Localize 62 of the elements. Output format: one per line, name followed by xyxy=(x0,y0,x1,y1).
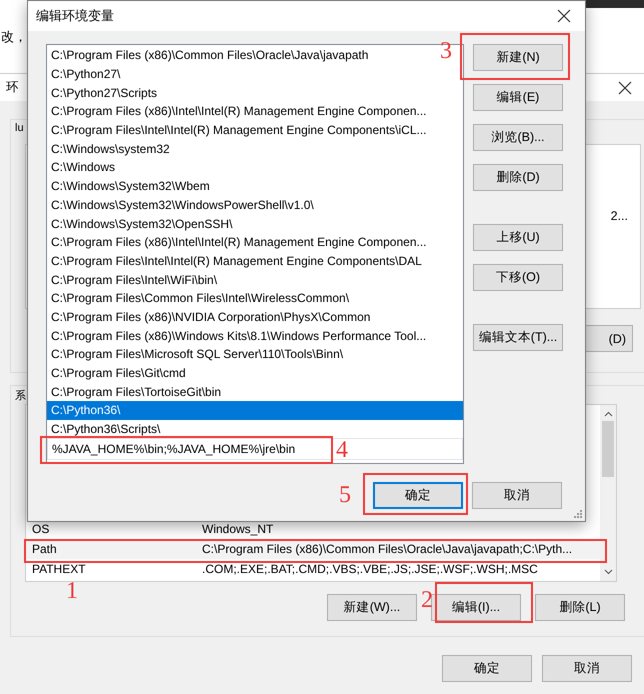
path-item[interactable]: C:\Program Files\Intel\WiFi\bin\ xyxy=(47,270,222,289)
path-item[interactable]: C:\Python36\Scripts\ xyxy=(47,420,164,438)
path-item[interactable]: C:\Program Files\Microsoft SQL Server\110\Tools\Binn\ xyxy=(47,345,348,364)
resize-grip-icon[interactable] xyxy=(574,510,582,518)
path-item[interactable]: C:\Program Files\Intel\Intel(R) Management Engine Components\iCL... xyxy=(47,120,430,140)
variable-name: Path xyxy=(32,542,58,556)
side-button[interactable]: 新建(N) xyxy=(473,44,563,71)
path-item[interactable]: C:\Python27\ xyxy=(47,64,124,84)
dialog-title: 编辑环境变量 xyxy=(36,7,114,25)
path-item[interactable]: C:\Windows xyxy=(47,158,120,177)
side-button[interactable]: 删除(D) xyxy=(473,164,563,191)
delete-button[interactable]: (D) xyxy=(583,325,633,352)
path-item[interactable]: C:\Windows\System32\Wbem xyxy=(47,176,214,196)
path-item[interactable]: C:\Python36\ xyxy=(47,401,463,420)
side-button[interactable]: 编辑(E) xyxy=(473,84,563,111)
side-button[interactable]: 上移(U) xyxy=(473,224,563,251)
path-item[interactable]: C:\Program Files\Common Files\Intel\WirelessCommon\ xyxy=(47,288,354,308)
annotation-number: 2 xyxy=(421,587,433,613)
path-item[interactable]: C:\Program Files (x86)\Intel\Intel(R) Management Engine Componen... xyxy=(47,232,430,252)
path-item[interactable]: C:\Program Files\Git\cmd xyxy=(47,364,190,382)
variable-value: Windows_NT xyxy=(202,522,274,536)
annotation-number: 5 xyxy=(339,482,351,508)
scrollbar[interactable] xyxy=(600,405,616,581)
path-item[interactable]: C:\Program Files\Intel\Intel(R) Management Engine Components\DAL xyxy=(47,252,426,270)
annotation-number: 4 xyxy=(336,437,348,463)
variable-value: .COM;.EXE;.BAT;.CMD;.VBS;.VBE;.JS;.JSE;.WSF;.WSH;.MSC xyxy=(202,562,538,576)
window-text: 改， xyxy=(1,28,27,46)
dialog-button[interactable]: 确定 xyxy=(373,482,463,509)
variable-button[interactable]: 删除(L) xyxy=(535,594,625,621)
variable-name: OS xyxy=(32,522,50,536)
path-item[interactable]: C:\Windows\system32 xyxy=(47,139,174,158)
variable-row[interactable]: Path C:\Program Files (x86)\Common Files\Oracle\Java\javapath;C:\Pyth... xyxy=(26,539,600,559)
variable-button[interactable]: 编辑(I)... xyxy=(431,594,521,621)
path-item[interactable]: C:\Program Files (x86)\Common Files\Oracle\Java\javapath xyxy=(47,46,372,65)
variable-name: PATHEXT xyxy=(32,562,87,576)
window-title: 环 xyxy=(6,79,19,96)
close-icon[interactable] xyxy=(557,9,571,23)
scrollbar-thumb[interactable] xyxy=(602,421,614,477)
dialog-button[interactable]: 取消 xyxy=(542,655,632,682)
group-label: lu xyxy=(15,122,24,136)
variable-row[interactable]: PATHEXT .COM;.EXE;.BAT;.CMD;.VBS;.VBE;.JS;.JSE;.WSF;.WSH;.MSC xyxy=(26,559,600,579)
group-label: 系 xyxy=(15,388,26,404)
dialog-button[interactable]: 取消 xyxy=(472,482,562,509)
variable-row[interactable]: OS Windows_NT xyxy=(26,519,600,539)
path-item[interactable]: C:\Windows\System32\OpenSSH\ xyxy=(47,214,236,233)
annotation-number: 1 xyxy=(66,578,78,604)
path-item[interactable]: C:\Program Files (x86)\NVIDIA Corporation\PhysX\Common xyxy=(47,308,374,326)
path-item[interactable]: C:\Python27\Scripts xyxy=(47,83,162,102)
window-edge xyxy=(584,0,644,8)
path-item[interactable]: C:\Program Files (x86)\Intel\Intel(R) Management Engine Componen... xyxy=(47,102,430,121)
list-value: 2... xyxy=(610,209,629,223)
path-item[interactable]: C:\Windows\System32\WindowsPowerShell\v1.0\ xyxy=(47,196,318,214)
variable-value: C:\Program Files (x86)\Common Files\Oracle\Java\javapath;C:\Pyth... xyxy=(202,542,572,556)
path-item[interactable]: C:\Program Files (x86)\Windows Kits\8.1\Windows Performance Tool... xyxy=(47,326,430,345)
close-icon[interactable] xyxy=(618,80,632,94)
side-button[interactable]: 下移(O) xyxy=(473,264,563,291)
dialog-button[interactable]: 确定 xyxy=(442,655,532,682)
side-button[interactable]: 浏览(B)... xyxy=(473,124,563,151)
side-button[interactable]: 编辑文本(T)... xyxy=(473,324,563,351)
annotation-number: 3 xyxy=(440,38,452,64)
path-item[interactable]: C:\Program Files\TortoiseGit\bin xyxy=(47,382,226,402)
variable-button[interactable]: 新建(W)... xyxy=(327,594,417,621)
